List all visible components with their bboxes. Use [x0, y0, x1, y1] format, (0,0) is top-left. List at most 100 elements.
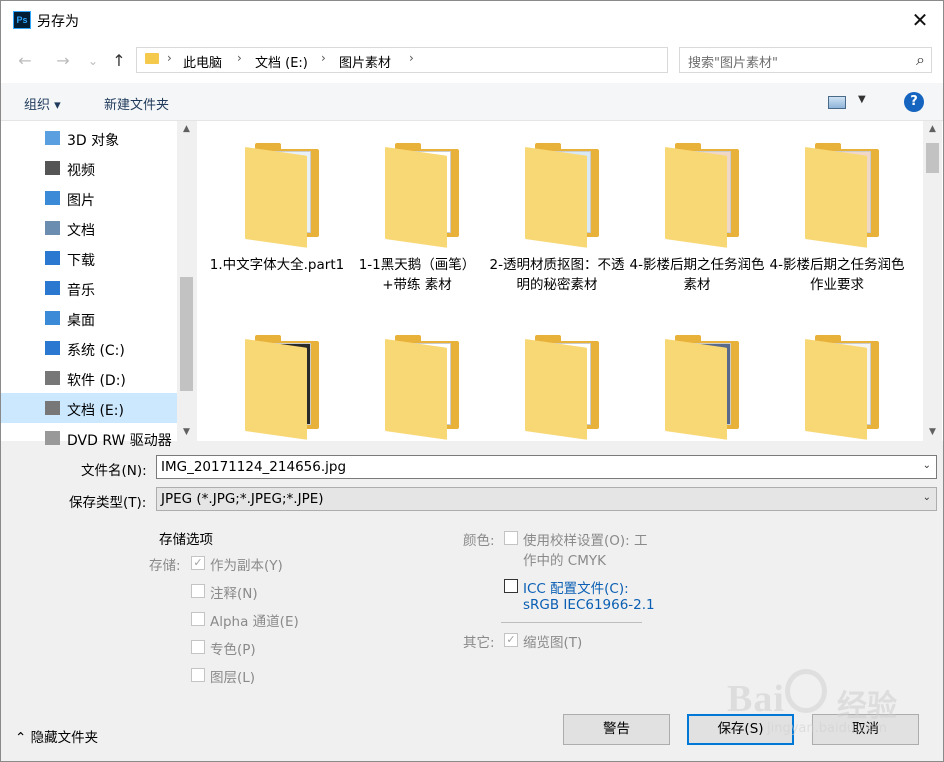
nav-item[interactable]: 系统 (C:) — [1, 333, 177, 363]
drive-icon — [45, 371, 60, 385]
folder-thumbnail-icon — [665, 335, 741, 440]
nav-item[interactable]: 桌面 — [1, 303, 177, 333]
scroll-thumb[interactable] — [180, 277, 193, 391]
nav-item[interactable]: 文档 (E:) — [1, 393, 177, 423]
chevron-down-icon[interactable]: ⌄ — [923, 460, 931, 471]
nav-item-label: 下载 — [67, 253, 95, 269]
breadcrumb-this-pc[interactable]: 此电脑 — [183, 52, 222, 71]
save-option-label: 专色(P) — [210, 642, 256, 658]
baidu-paw-logo-icon — [785, 669, 827, 713]
folder-item[interactable]: 4-影楼后期之任务润色作业要求 — [767, 121, 907, 311]
view-mode-icon[interactable] — [828, 96, 846, 109]
breadcrumb-separator-icon[interactable]: › — [321, 51, 326, 65]
nav-item[interactable]: DVD RW 驱动器 — [1, 423, 177, 453]
scroll-down-arrow-icon[interactable]: ▼ — [923, 424, 942, 441]
breadcrumb-drive-e[interactable]: 文档 (E:) — [255, 52, 308, 71]
folder-thumbnail-icon — [805, 143, 881, 248]
save-option-label: 作为副本(Y) — [210, 558, 283, 574]
save-option-checkbox[interactable] — [191, 668, 205, 682]
title-bar: Ps 另存为 ✕ — [1, 1, 943, 39]
folder-thumbnail-icon — [245, 335, 321, 440]
help-icon[interactable]: ? — [904, 92, 924, 112]
nav-item[interactable]: 音乐 — [1, 273, 177, 303]
breadcrumb-separator-icon[interactable]: › — [237, 51, 242, 65]
organize-menu-button[interactable]: 组织 ▾ — [24, 94, 61, 113]
save-option-label: 注释(N) — [210, 586, 258, 602]
search-placeholder: 搜索"图片素材" — [688, 56, 778, 71]
folder-thumbnail-icon — [385, 143, 461, 248]
scroll-up-arrow-icon[interactable]: ▲ — [923, 121, 942, 138]
filename-input[interactable]: IMG_20171124_214656.jpg ⌄ — [156, 455, 937, 479]
icc-profile-checkbox[interactable] — [504, 579, 518, 593]
save-option-checkbox[interactable] — [191, 584, 205, 598]
filename-label: 文件名(N): — [81, 463, 147, 479]
nav-item[interactable]: 下载 — [1, 243, 177, 273]
dvd-icon — [45, 431, 60, 445]
drive-icon — [45, 401, 60, 415]
content-scrollbar[interactable]: ▲ ▼ — [923, 121, 942, 441]
folder-item[interactable]: 1.中文字体大全.part1 — [207, 121, 347, 311]
folder-item[interactable]: 4-影楼后期之任务润色素材 — [627, 121, 767, 311]
folder-item[interactable] — [627, 313, 767, 441]
folder-name: 1.中文字体大全.part1 — [209, 257, 345, 273]
navigation-scrollbar[interactable]: ▲ ▼ — [177, 121, 196, 441]
folder-item[interactable]: 1-1黑天鹅（画笔）+带练 素材 — [347, 121, 487, 311]
recent-locations-chevron-icon[interactable]: ⌄ — [81, 49, 105, 73]
windows-drive-icon — [45, 341, 60, 355]
folder-item[interactable] — [347, 313, 487, 441]
folder-item[interactable] — [767, 313, 907, 441]
filename-value[interactable]: IMG_20171124_214656.jpg — [161, 459, 346, 475]
close-button[interactable]: ✕ — [897, 1, 943, 39]
nav-item-label: 文档 (E:) — [67, 403, 124, 419]
search-icon[interactable]: ⌕ — [916, 50, 925, 70]
folder-item[interactable] — [207, 313, 347, 441]
nav-item[interactable]: 3D 对象 — [1, 123, 177, 153]
other-section-label: 其它: — [463, 635, 495, 651]
search-input[interactable]: 搜索"图片素材" ⌕ — [679, 47, 932, 73]
icc-profile-label[interactable]: ICC 配置文件(C): — [523, 577, 629, 597]
save-section-label: 存储: — [149, 558, 181, 574]
nav-item[interactable]: 视频 — [1, 153, 177, 183]
nav-item-label: 音乐 — [67, 283, 95, 299]
new-folder-button[interactable]: 新建文件夹 — [104, 94, 169, 113]
save-option-checkbox[interactable] — [191, 640, 205, 654]
breadcrumb-separator-icon[interactable]: › — [409, 51, 414, 65]
thumbnail-label: 缩览图(T) — [523, 635, 583, 651]
up-arrow-icon[interactable]: ↑ — [107, 49, 131, 73]
folder-item[interactable] — [487, 313, 627, 441]
view-dropdown-icon[interactable]: ▼ — [858, 94, 866, 105]
color-section-label: 颜色: — [463, 533, 495, 549]
save-as-dialog: Ps 另存为 ✕ ← → ⌄ ↑ › 此电脑 › 文档 (E:) › 图片素材 … — [0, 0, 944, 762]
save-type-value: JPEG (*.JPG;*.JPEG;*.JPE) — [161, 491, 324, 507]
address-bar[interactable]: › 此电脑 › 文档 (E:) › 图片素材 › ⌄ ↻ — [136, 47, 797, 73]
nav-item-label: 桌面 — [67, 313, 95, 329]
thumbnail-checkbox[interactable]: ✓ — [504, 633, 518, 647]
use-proof-setup-checkbox[interactable] — [504, 531, 518, 545]
nav-item[interactable]: 文档 — [1, 213, 177, 243]
folder-name: 4-影楼后期之任务润色作业要求 — [769, 257, 905, 293]
save-option-checkbox[interactable]: ✓ — [191, 556, 205, 570]
picture-icon — [45, 191, 60, 205]
scroll-up-arrow-icon[interactable]: ▲ — [177, 121, 196, 138]
save-options-title: 存储选项 — [159, 532, 213, 548]
hide-folders-toggle[interactable]: ⌃ 隐藏文件夹 — [15, 726, 98, 746]
back-arrow-icon[interactable]: ← — [13, 49, 37, 73]
scroll-thumb[interactable] — [926, 143, 939, 173]
breadcrumb-image-assets[interactable]: 图片素材 — [339, 52, 391, 71]
folder-item[interactable]: 2-透明材质抠图：不透明的秘密素材 — [487, 121, 627, 311]
nav-item-label: 软件 (D:) — [67, 373, 126, 389]
save-option-checkbox[interactable] — [191, 612, 205, 626]
warning-button[interactable]: 警告 — [563, 714, 670, 745]
folder-thumbnail-icon — [665, 143, 741, 248]
nav-item-label: 系统 (C:) — [67, 343, 125, 359]
document-icon — [45, 221, 60, 235]
photoshop-app-icon: Ps — [13, 11, 31, 29]
download-icon — [45, 251, 60, 265]
chevron-down-icon[interactable]: ⌄ — [923, 492, 931, 503]
breadcrumb-separator-icon[interactable]: › — [167, 51, 172, 65]
nav-item[interactable]: 软件 (D:) — [1, 363, 177, 393]
nav-item[interactable]: 图片 — [1, 183, 177, 213]
save-type-select[interactable]: JPEG (*.JPG;*.JPEG;*.JPE) ⌄ — [156, 487, 937, 511]
scroll-down-arrow-icon[interactable]: ▼ — [177, 424, 196, 441]
forward-arrow-icon[interactable]: → — [51, 49, 75, 73]
